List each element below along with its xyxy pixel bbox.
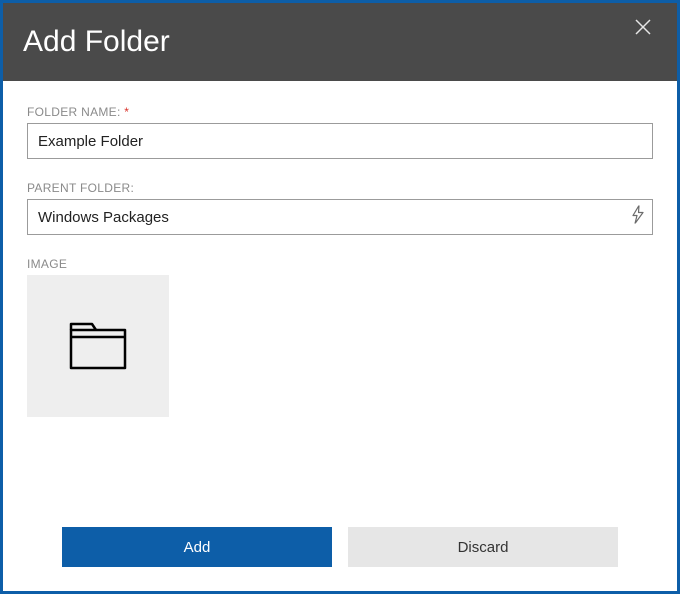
image-group: IMAGE [27, 257, 653, 417]
parent-folder-picker-button[interactable] [631, 206, 645, 229]
folder-icon [68, 320, 128, 372]
image-label: IMAGE [27, 257, 653, 271]
close-icon [635, 19, 651, 35]
folder-name-label: FOLDER NAME: * [27, 105, 653, 119]
dialog-title: Add Folder [23, 25, 170, 59]
close-button[interactable] [629, 13, 657, 43]
folder-name-group: FOLDER NAME: * [27, 105, 653, 159]
required-indicator: * [124, 105, 129, 119]
discard-button[interactable]: Discard [348, 527, 618, 567]
lightning-bolt-icon [631, 206, 645, 224]
dialog-titlebar: Add Folder [3, 3, 677, 81]
folder-name-label-text: FOLDER NAME: [27, 105, 121, 119]
dialog-footer: Add Discard [3, 509, 677, 591]
add-folder-dialog: Add Folder FOLDER NAME: * PARENT FOLDER: [0, 0, 680, 594]
folder-name-input[interactable] [27, 123, 653, 159]
parent-folder-row [27, 199, 653, 235]
add-button[interactable]: Add [62, 527, 332, 567]
parent-folder-label: PARENT FOLDER: [27, 181, 653, 195]
image-tile[interactable] [27, 275, 169, 417]
dialog-body: FOLDER NAME: * PARENT FOLDER: IMAGE [3, 81, 677, 509]
parent-folder-group: PARENT FOLDER: [27, 181, 653, 235]
parent-folder-input[interactable] [27, 199, 653, 235]
